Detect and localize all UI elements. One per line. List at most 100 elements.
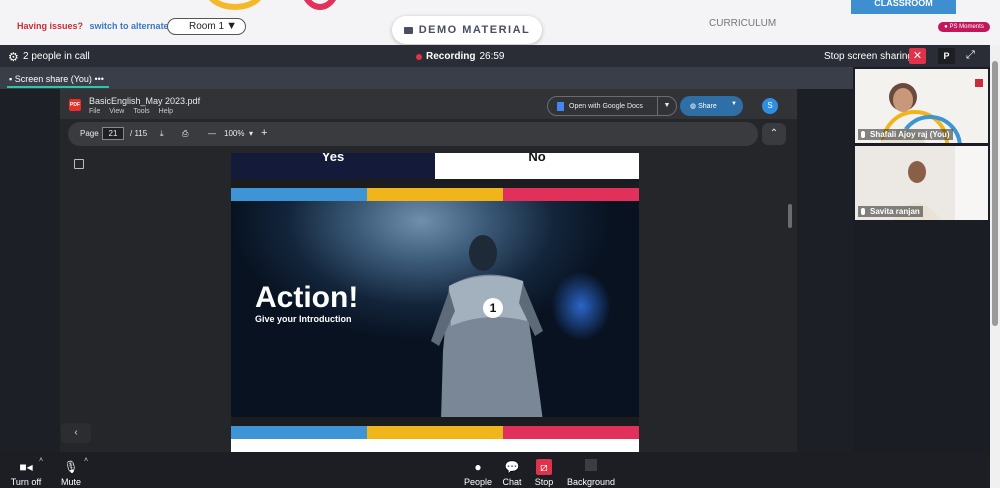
tab-underline — [7, 86, 109, 88]
people-label: People — [463, 477, 493, 487]
pdf-menu: File View Tools Help — [89, 108, 182, 115]
ps-moments-label: PS Moments — [949, 24, 984, 30]
stripe-yellow — [367, 188, 503, 201]
caret-down-icon: ▼ — [226, 20, 237, 32]
background-button[interactable]: Background — [564, 452, 618, 487]
globe-icon: ◍ — [690, 103, 699, 110]
call-bar: ⚙ 2 people in call Recording 26:59 Stop … — [0, 45, 990, 67]
recording-time: 26:59 — [479, 51, 505, 62]
zoom-in-icon[interactable]: + — [261, 127, 267, 139]
pdf-viewer: PDF BasicEnglish_May 2023.pdf File View To… — [60, 89, 797, 452]
menu-file[interactable]: File — [89, 108, 100, 115]
stop-sharing-button[interactable]: ✕ — [909, 48, 926, 64]
zoom-level[interactable]: 100% — [224, 129, 244, 138]
menu-tools[interactable]: Tools — [133, 108, 149, 115]
people-button[interactable]: ● People — [461, 452, 495, 487]
participant-tile[interactable]: Shafali Ajoy raj (You) — [855, 69, 988, 143]
thumbnail-icon[interactable] — [74, 159, 84, 169]
stop-share-button[interactable]: ⧄ Stop — [530, 452, 558, 487]
background-icon — [564, 458, 618, 476]
curriculum-tab[interactable]: CURRICULUM — [709, 18, 776, 29]
demo-material-button[interactable]: DEMO MATERIAL — [392, 16, 542, 44]
stripe-yellow — [367, 426, 503, 439]
screen-share-tab[interactable]: ▪ Screen share (You) ••• — [0, 67, 853, 89]
slide-number-badge: 1 — [483, 298, 503, 318]
pdf-toolbar: Page 21 / 115 ⤓ ⎙ — 100% ▾ + — [68, 122, 758, 146]
stop-sharing-label: Stop screen sharing — [824, 51, 913, 62]
p-button[interactable]: P — [938, 48, 955, 64]
room-select-value: Room 1 — [188, 21, 224, 32]
stripe-red — [503, 426, 639, 439]
chat-label: Chat — [502, 477, 522, 487]
page-scrollbar-thumb[interactable] — [992, 61, 998, 326]
screen-share-tab-label: ▪ Screen share (You) ••• — [9, 74, 104, 84]
menu-view[interactable]: View — [109, 108, 124, 115]
chevron-down-icon[interactable]: ▼ — [657, 97, 676, 115]
recording-status: Recording 26:59 — [416, 51, 504, 62]
yes-no-row: Yes No — [231, 153, 639, 179]
decorative-arc — [205, 0, 265, 10]
person-icon: ● — [474, 460, 482, 474]
classroom-badge: CLASSROOM — [851, 0, 956, 14]
stripe-blue — [231, 426, 367, 439]
page-scrollbar[interactable] — [990, 45, 1000, 488]
chevron-down-icon: ▼ — [731, 101, 737, 107]
previous-page-button[interactable]: ‹ — [61, 423, 91, 443]
share-button[interactable]: ◍ Share ▼ — [680, 96, 743, 116]
video-options-icon[interactable]: ˄ — [39, 457, 43, 464]
chat-button[interactable]: 💬 Chat — [498, 452, 526, 487]
stripe-red — [503, 188, 639, 201]
slide-title: Action! — [255, 281, 359, 314]
ps-moments-badge[interactable]: ● PS Moments — [938, 22, 990, 32]
top-header: Having issues? switch to alternate room … — [0, 0, 1000, 45]
open-docs-label: Open with Google Docs — [569, 102, 643, 110]
close-icon: ✕ — [912, 50, 923, 62]
color-stripe — [231, 426, 639, 439]
slide-subtitle: Give your Introduction — [255, 314, 352, 324]
menu-help[interactable]: Help — [159, 108, 173, 115]
pdf-header: PDF BasicEnglish_May 2023.pdf File View To… — [60, 89, 797, 119]
print-icon[interactable]: ⎙ — [182, 129, 188, 139]
page-input[interactable]: 21 — [102, 127, 124, 140]
more-icon[interactable]: ••• — [94, 74, 103, 84]
no-cell: No — [528, 153, 546, 164]
turn-off-label: Turn off — [10, 477, 42, 487]
folder-icon — [403, 26, 413, 34]
slide-photo: Action! Give your Introduction 1 — [231, 201, 639, 417]
participant-tiles: Shafali Ajoy raj (You) Savita ranjan — [853, 67, 990, 452]
mic-icon — [861, 131, 865, 138]
yes-cell: Yes — [231, 153, 435, 179]
mic-icon — [861, 208, 865, 215]
participant-name: Savita ranjan — [858, 206, 923, 217]
expand-icon[interactable]: ⤢ — [966, 49, 975, 62]
mute-button[interactable]: 🎙 Mute — [56, 452, 86, 487]
page-total: / 115 — [130, 129, 148, 138]
stop-share-icon: ⧄ — [530, 458, 558, 476]
issue-text: Having issues? — [17, 21, 84, 31]
zoom-out-icon[interactable]: — — [208, 129, 216, 138]
collapse-toolbar-button[interactable]: ⌃ — [762, 123, 786, 145]
stop-label: Stop — [534, 477, 554, 487]
pdf-scrollbar[interactable] — [788, 204, 792, 228]
download-icon[interactable]: ⤓ — [160, 129, 164, 139]
mute-label: Mute — [60, 477, 81, 487]
open-google-docs-button[interactable]: Open with Google Docs ▼ — [547, 96, 677, 116]
pdf-filename: BasicEnglish_May 2023.pdf — [89, 96, 201, 106]
participant-tile[interactable]: Savita ranjan — [855, 146, 988, 220]
control-bar: ■◂ Turn off ˄ 🎙 Mute ˄ ● People 💬 Chat ⧄… — [0, 452, 990, 488]
background-label: Background — [566, 477, 616, 487]
chevron-up-icon: ⌃ — [769, 128, 779, 139]
decorative-arc — [300, 0, 340, 10]
share-label: Share — [698, 102, 717, 110]
avatar[interactable]: S — [762, 98, 778, 114]
pdf-page: Yes No Action! Give your Introduction 1 — [231, 153, 639, 452]
audio-options-icon[interactable]: ˄ — [84, 457, 88, 464]
chevron-left-icon: ‹ — [74, 427, 78, 438]
stripe-blue — [231, 188, 367, 201]
page-bottom — [231, 439, 639, 452]
pdf-icon: PDF — [69, 99, 81, 111]
zoom-dropdown-icon[interactable]: ▾ — [249, 129, 253, 138]
room-select[interactable]: Room 1 ▼ — [167, 18, 246, 35]
gear-icon[interactable]: ⚙ — [8, 50, 19, 64]
chat-icon: 💬 — [504, 460, 520, 474]
